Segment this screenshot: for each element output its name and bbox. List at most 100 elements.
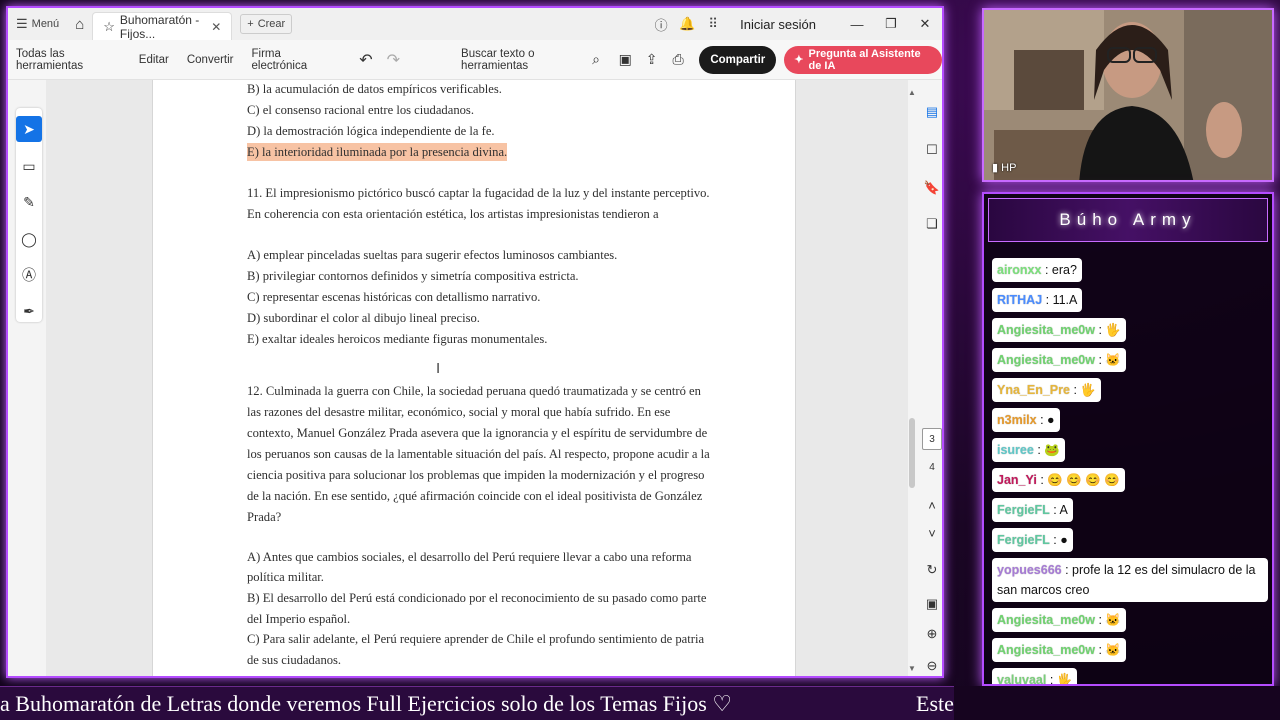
minimize-icon[interactable]: — — [840, 17, 874, 32]
bell-icon[interactable]: 🔔 — [676, 16, 698, 32]
lasso-icon[interactable]: ◯ — [16, 226, 42, 252]
ai-summary-icon[interactable]: ▤ — [923, 104, 941, 120]
chat-text: era? — [1051, 263, 1077, 277]
undo-icon[interactable]: ↶ — [352, 50, 379, 70]
chat-username[interactable]: Jan_Yi — [997, 473, 1037, 487]
refresh-icon[interactable]: ↻ — [923, 562, 941, 578]
edit-button[interactable]: Editar — [130, 54, 178, 66]
document-line: C) Para salir adelante, el Perú requiere… — [247, 632, 705, 646]
pdf-reader-window: ☰ Menú ⌂ ☆ Buhomaratón - Fijos... ✕ + Cr… — [6, 6, 944, 678]
zoom-out-icon[interactable]: ⊖ — [923, 658, 941, 674]
search-tools-button[interactable]: Buscar texto o herramientas ⌕ — [461, 48, 600, 72]
sign-in-button[interactable]: Iniciar sesión — [740, 17, 816, 32]
chat-text: ● — [1060, 533, 1068, 547]
convert-button[interactable]: Convertir — [178, 54, 243, 66]
menu-button[interactable]: ☰ Menú — [8, 8, 67, 40]
chat-separator: : — [1042, 293, 1053, 307]
page-number-input[interactable]: 3 — [922, 428, 942, 450]
esign-button[interactable]: Firma electrónica — [243, 48, 339, 72]
chat-username[interactable]: Angiesita_me0w — [997, 353, 1095, 367]
chat-username[interactable]: FergieFL — [997, 503, 1050, 517]
chat-username[interactable]: Yna_En_Pre — [997, 383, 1070, 397]
chevron-up-icon[interactable]: ˄ — [923, 498, 941, 513]
document-line: 12. Culminada la guerra con Chile, la so… — [247, 384, 701, 398]
scroll-down-arrow-icon[interactable]: ▼ — [908, 664, 916, 673]
chat-username[interactable]: Angiesita_me0w — [997, 643, 1095, 657]
chat-username[interactable]: RITHAJ — [997, 293, 1042, 307]
chevron-down-icon[interactable]: ˅ — [923, 526, 941, 541]
ai-assistant-button[interactable]: ✦ Pregunta al Asistente de IA — [784, 45, 942, 74]
ticker-side-panel — [954, 686, 1280, 720]
chat-text: 🐱 — [1105, 643, 1121, 657]
text-select-icon[interactable]: Ⓐ — [16, 262, 42, 288]
document-line: los peruanos son causas de la lamentable… — [247, 447, 710, 461]
webcam-feed: ▮ HP — [982, 8, 1274, 182]
comment-icon[interactable]: ▭ — [16, 153, 42, 179]
chat-username[interactable]: valuvaal — [997, 673, 1046, 684]
chat-message: Jan_Yi : 😊 😊 😊 😊 — [992, 468, 1125, 492]
chat-separator: : — [1036, 413, 1048, 427]
document-line: contexto, Manuel González Prada asevera … — [247, 426, 708, 440]
select-cursor-icon[interactable]: ➤ — [16, 116, 42, 142]
page-total: 4 — [929, 462, 935, 473]
pen-icon[interactable]: ✎ — [16, 189, 42, 215]
chat-username[interactable]: isuree — [997, 443, 1034, 457]
pages-icon[interactable]: ❏ — [923, 216, 941, 232]
chat-username[interactable]: yopues666 — [997, 563, 1062, 577]
chat-message: valuvaal : 🖐️ — [992, 668, 1078, 686]
chat-separator: : — [1041, 263, 1052, 277]
apps-grid-icon[interactable]: ⠿ — [702, 16, 724, 32]
chat-username[interactable]: aironxx — [997, 263, 1041, 277]
help-icon[interactable]: ⓘ — [650, 15, 672, 34]
chat-text: 🐱 — [1105, 613, 1121, 627]
share-button[interactable]: Compartir — [699, 45, 777, 74]
chat-title: Búho Army — [1059, 210, 1197, 229]
maximize-icon[interactable]: ❐ — [874, 16, 908, 32]
redo-icon[interactable]: ↷ — [380, 50, 407, 70]
scrolling-ticker: a Buhomaratón de Letras donde veremos Fu… — [0, 686, 954, 720]
scrollbar-thumb[interactable] — [909, 418, 915, 488]
chat-text: 🖐️ — [1056, 673, 1073, 686]
document-line: A) emplear pinceladas sueltas para suger… — [247, 248, 618, 262]
chat-text: 🖐️ — [1105, 323, 1121, 337]
zoom-in-icon[interactable]: ⊕ — [923, 626, 941, 642]
document-line: 11. El impresionismo pictórico buscó cap… — [247, 186, 710, 200]
create-button[interactable]: + Crear — [240, 14, 293, 34]
plus-icon: + — [247, 18, 254, 30]
comments-panel-icon[interactable]: ☐ — [923, 142, 941, 158]
sign-icon[interactable]: ✒ — [16, 298, 42, 324]
search-tools-label: Buscar texto o herramientas — [461, 47, 535, 72]
document-viewport[interactable]: B) la acumulación de datos empíricos ver… — [46, 80, 908, 676]
chat-message: n3milx : ● — [992, 408, 1060, 432]
home-icon[interactable]: ⌂ — [67, 8, 92, 40]
save-icon[interactable]: ▣ — [612, 51, 638, 68]
bookmark-icon[interactable]: 🔖 — [923, 180, 941, 196]
create-label: Crear — [257, 18, 286, 30]
chat-username[interactable]: n3milx — [997, 413, 1037, 427]
scroll-up-arrow-icon[interactable]: ▲ — [908, 88, 916, 97]
chat-message: FergieFL : A — [992, 498, 1073, 522]
chat-separator: : — [1094, 353, 1106, 367]
menu-label: Menú — [31, 18, 60, 30]
star-icon[interactable]: ☆ — [103, 19, 115, 35]
chat-separator: : — [1036, 473, 1048, 487]
toolbar: Todas las herramientas Editar Convertir … — [8, 40, 942, 80]
chat-header: Búho Army — [988, 198, 1268, 242]
chat-username[interactable]: FergieFL — [997, 533, 1050, 547]
chat-username[interactable]: Angiesita_me0w — [997, 323, 1095, 337]
chat-separator: : — [1094, 613, 1106, 627]
document-line: B) El desarrollo del Perú está condicion… — [247, 591, 707, 605]
chat-username[interactable]: Angiesita_me0w — [997, 613, 1095, 627]
document-line: de la nación. En ese sentido, ¿qué afirm… — [247, 489, 703, 503]
save-page-icon[interactable]: ▣ — [923, 596, 941, 612]
print-icon[interactable]: ⎙ — [665, 51, 691, 68]
chat-separator: : — [1094, 323, 1106, 337]
all-tools-button[interactable]: Todas las herramientas — [8, 48, 130, 72]
pdf-page[interactable]: B) la acumulación de datos empíricos ver… — [152, 80, 796, 676]
close-tab-icon[interactable]: ✕ — [211, 20, 221, 34]
upload-icon[interactable]: ⇪ — [638, 51, 664, 68]
document-tab[interactable]: ☆ Buhomaratón - Fijos... ✕ — [92, 12, 233, 41]
vertical-scrollbar[interactable]: ▲ ▼ — [908, 88, 916, 674]
close-window-icon[interactable]: ✕ — [908, 16, 942, 32]
chat-separator: : — [1049, 503, 1060, 517]
